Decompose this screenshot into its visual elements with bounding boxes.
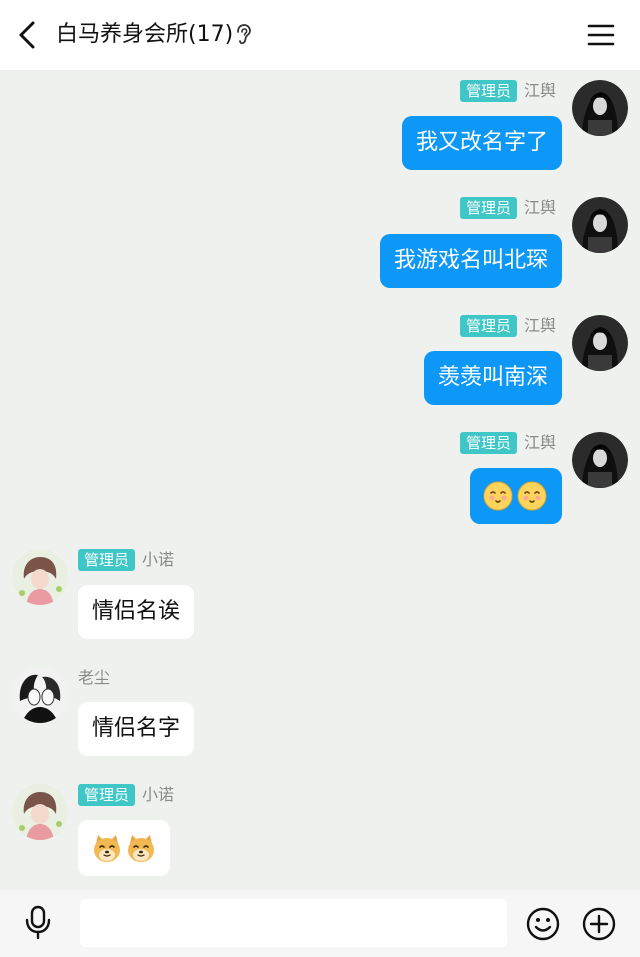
hamburger-menu-icon[interactable] (586, 20, 616, 50)
sender-name: 江舆 (523, 198, 556, 217)
admin-badge: 管理员 (459, 432, 517, 454)
avatar[interactable] (572, 315, 628, 371)
avatar[interactable] (12, 667, 68, 723)
sender-name: 小诺 (142, 785, 175, 804)
smiley-icon[interactable] (526, 907, 560, 941)
chat-title: 白马养身会所(17) (56, 22, 234, 47)
sender-meta: 管理员 江舆 (459, 197, 556, 219)
avatar[interactable] (12, 784, 68, 840)
sender-name: 老尘 (78, 668, 111, 687)
microphone-icon[interactable] (22, 904, 54, 940)
admin-badge: 管理员 (459, 315, 517, 337)
sender-name: 江舆 (523, 316, 556, 335)
avatar[interactable] (572, 197, 628, 253)
message-list[interactable]: 管理员 江舆 我又改名字了 管理员 江舆 我游戏名叫北琛 管理员 江舆 羡羡叫南… (0, 70, 640, 890)
message-input[interactable] (80, 899, 507, 947)
doge-emoji-icon (94, 835, 120, 862)
sticker-bubble[interactable] (470, 468, 562, 524)
sender-meta: 管理员 小诺 (78, 784, 174, 806)
message-bubble[interactable]: 羡羡叫南深 (423, 351, 562, 405)
avatar[interactable] (572, 80, 628, 136)
avatar[interactable] (12, 549, 68, 605)
ear-icon[interactable] (234, 23, 252, 47)
sender-meta: 管理员 江舆 (459, 432, 556, 454)
sender-name: 小诺 (142, 550, 175, 569)
sticker-bubble[interactable] (78, 820, 170, 876)
doge-emoji-icon (128, 835, 154, 862)
message-bubble[interactable]: 情侣名诶 (78, 585, 195, 639)
sender-name: 江舆 (523, 433, 556, 452)
admin-badge: 管理员 (78, 784, 136, 806)
sender-meta: 管理员 小诺 (78, 549, 174, 571)
admin-badge: 管理员 (78, 549, 136, 571)
smirk-emoji-icon (483, 481, 513, 511)
admin-badge: 管理员 (459, 80, 517, 102)
message-bubble[interactable]: 我又改名字了 (401, 116, 562, 170)
admin-badge: 管理员 (459, 197, 517, 219)
smirk-emoji-icon (517, 481, 547, 511)
plus-circle-icon[interactable] (582, 907, 616, 941)
sender-meta: 老尘 (78, 667, 110, 689)
chevron-left-icon[interactable] (12, 17, 44, 53)
sender-name: 江舆 (523, 81, 556, 100)
message-bubble[interactable]: 情侣名字 (78, 702, 195, 756)
message-bubble[interactable]: 我游戏名叫北琛 (379, 234, 562, 288)
sender-meta: 管理员 江舆 (459, 80, 556, 102)
composer-bar (0, 890, 640, 957)
top-bar: 白马养身会所(17) (0, 0, 640, 70)
sender-meta: 管理员 江舆 (459, 315, 556, 337)
avatar[interactable] (572, 432, 628, 488)
